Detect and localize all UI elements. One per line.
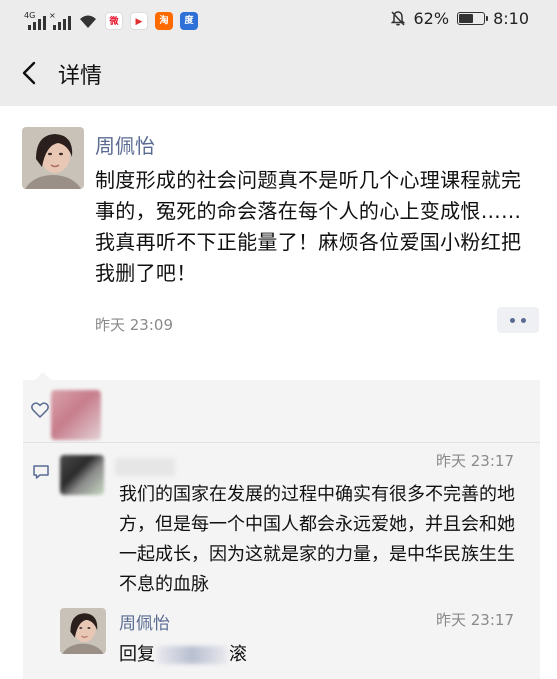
signal-icon-1: 4G: [24, 12, 46, 30]
baidu-icon: 度: [180, 12, 198, 30]
status-bar: 4G × 微 ▶ 淘 度 62% 8:10: [0, 0, 557, 40]
signal-icon-2: ×: [49, 12, 71, 30]
battery-fill: [459, 14, 473, 23]
weibo-icon: 微: [105, 12, 123, 30]
mute-bell-icon: [390, 11, 405, 26]
battery-icon: [457, 12, 489, 25]
comment-text: 我们的国家在发展的过程中确实有很多不完善的地方，但是每一个中国人都会永远爱她，并…: [119, 484, 515, 595]
reply-author-avatar[interactable]: [60, 608, 106, 654]
page-title: 详情: [58, 64, 103, 89]
wifi-icon: [80, 15, 96, 28]
clock-time: 8:10: [493, 9, 529, 28]
status-right-group: 62% 8:10: [390, 9, 529, 28]
chevron-left-icon: [22, 61, 36, 85]
reply-timestamp: 昨天 23:17: [436, 611, 514, 629]
navigation-bar: 详情: [0, 40, 557, 106]
reply-text: 回复 滚: [119, 640, 247, 666]
liker-avatar-blurred[interactable]: [51, 390, 101, 440]
post-timestamp: 昨天 23:09: [95, 316, 173, 334]
reply-author-name[interactable]: 周佩怡: [119, 609, 170, 634]
divider: [23, 442, 540, 443]
reply-prefix: 回复: [119, 644, 155, 665]
video-app-icon: ▶: [130, 12, 148, 30]
more-dot-icon: [521, 318, 526, 323]
commenter-avatar-blurred[interactable]: [60, 455, 104, 495]
back-button[interactable]: [14, 56, 48, 90]
more-dot-icon: [510, 318, 515, 323]
commenter-name-blurred[interactable]: [115, 458, 175, 476]
taobao-icon: 淘: [155, 12, 173, 30]
heart-icon: [31, 402, 49, 418]
no-signal-label: ×: [49, 11, 56, 20]
network-type-label: 4G: [24, 11, 36, 20]
post-text: 制度形成的社会问题真不是听几个心理课程就完事的，冤死的命会落在每个人的心上变成恨…: [95, 168, 522, 285]
status-left-group: 4G × 微 ▶ 淘 度: [24, 8, 198, 30]
reply-suffix: 滚: [229, 644, 247, 665]
moments-detail-screen: 4G × 微 ▶ 淘 度 62% 8:10 详情 周佩怡 制度形成的社会问题真不…: [0, 0, 557, 679]
author-avatar[interactable]: [22, 127, 84, 189]
battery-percent: 62%: [413, 9, 450, 28]
post-author-name[interactable]: 周佩怡: [95, 130, 155, 159]
interaction-panel: 昨天 23:17 我们的国家在发展的过程中确实有很多不完善的地方，但是每一个中国…: [23, 372, 540, 679]
comment-icon: [33, 465, 49, 479]
likes-row: [23, 380, 540, 440]
more-options-button[interactable]: [497, 307, 539, 333]
reply-target-blurred[interactable]: [157, 646, 227, 664]
comment-timestamp: 昨天 23:17: [436, 452, 514, 470]
